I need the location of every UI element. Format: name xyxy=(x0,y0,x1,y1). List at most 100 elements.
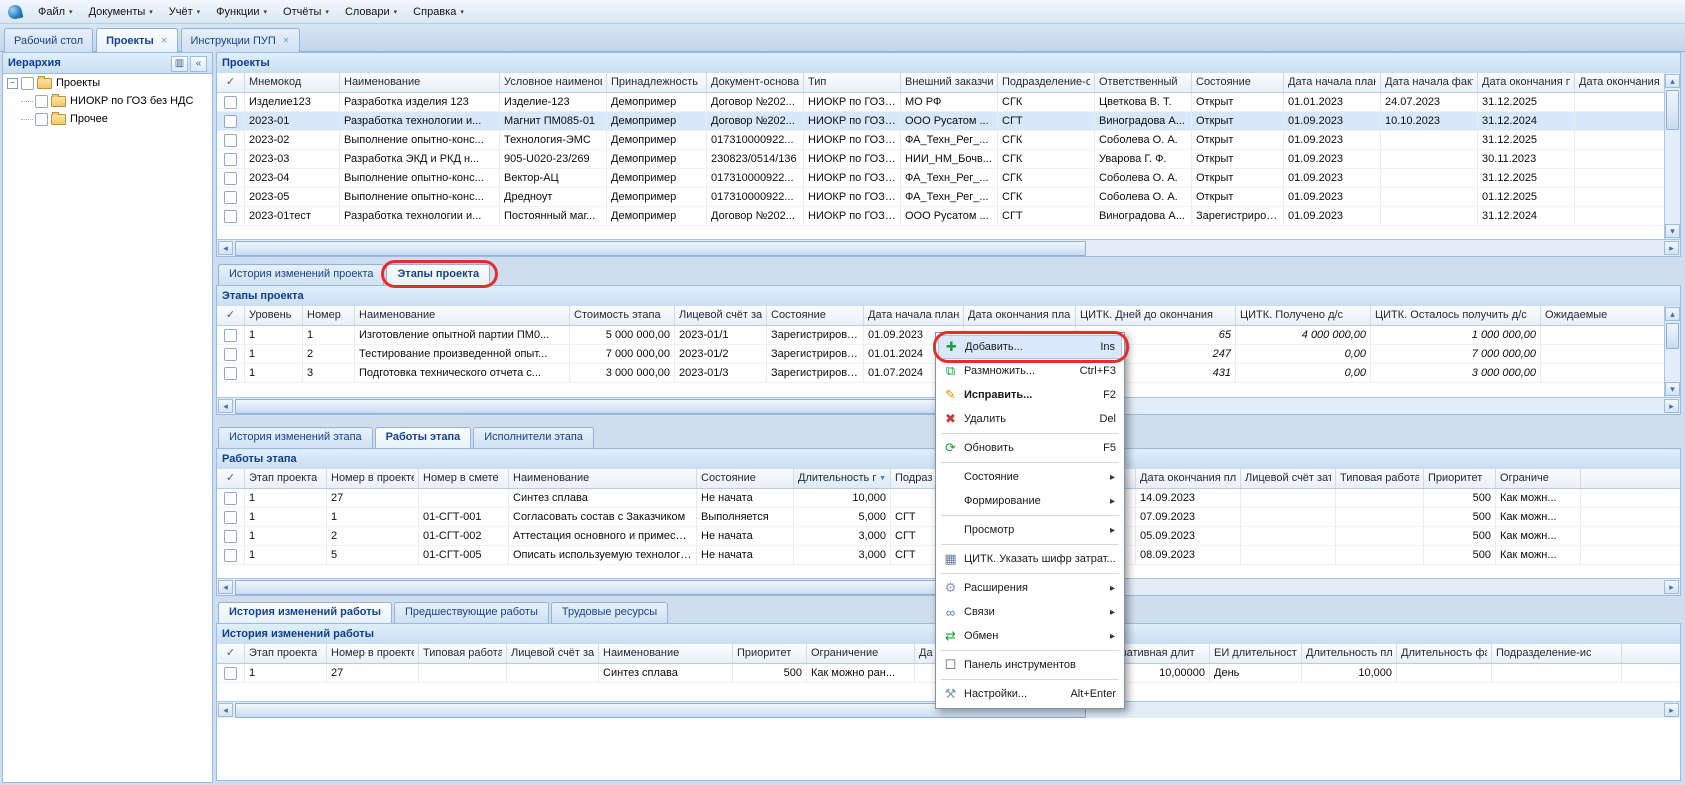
table-row[interactable]: 2023-04Выполнение опытно-конс...Вектор-А… xyxy=(217,169,1664,188)
select-all-column-header[interactable]: ✓ xyxy=(217,469,245,488)
column-header[interactable]: мативная длит xyxy=(1115,644,1210,663)
column-header[interactable]: ЕИ длительности xyxy=(1210,644,1302,663)
vertical-scrollbar[interactable]: ▴ ▾ xyxy=(1664,306,1680,397)
tab[interactable]: История изменений работы xyxy=(218,602,392,623)
column-header[interactable]: Мнемокод xyxy=(245,73,340,92)
column-header[interactable]: Длительность пла xyxy=(1302,644,1397,663)
context-menu-item[interactable]: ▦ЦИТК. Указать шифр затрат... xyxy=(938,547,1122,571)
column-header[interactable]: Подразделение-ис xyxy=(1492,644,1622,663)
column-header[interactable]: Ожидаемые xyxy=(1541,306,1664,325)
scroll-left-icon[interactable]: ◂ xyxy=(218,580,233,594)
column-header[interactable]: Лицевой счёт затр xyxy=(507,644,599,663)
row-checkbox[interactable] xyxy=(224,115,237,128)
scroll-thumb[interactable] xyxy=(1666,90,1679,130)
row-checkbox[interactable] xyxy=(224,367,237,380)
column-header[interactable]: Номер xyxy=(303,306,355,325)
context-menu-item[interactable]: ∞Связи▸ xyxy=(938,600,1122,624)
select-all-column-header[interactable]: ✓ xyxy=(217,644,245,663)
row-checkbox[interactable] xyxy=(224,329,237,342)
row-checkbox[interactable] xyxy=(224,511,237,524)
menubar-item[interactable]: Отчёты▾ xyxy=(275,3,337,21)
context-menu-item[interactable]: ⚙Расширения▸ xyxy=(938,576,1122,600)
context-menu-item[interactable]: ⚒Настройки...Alt+Enter xyxy=(938,682,1122,706)
column-header[interactable]: Типовая работа xyxy=(419,644,507,663)
column-header[interactable]: Дата окончания ф xyxy=(1575,73,1664,92)
select-all-column-header[interactable]: ✓ xyxy=(217,306,245,325)
column-header[interactable]: Этап проекта xyxy=(245,644,327,663)
context-menu-item[interactable]: Формирование▸ xyxy=(938,489,1122,513)
column-header[interactable]: Состояние xyxy=(697,469,794,488)
scroll-right-icon[interactable]: ▸ xyxy=(1664,399,1679,413)
tree-checkbox[interactable] xyxy=(35,113,48,126)
column-header[interactable]: Номер в проекте xyxy=(327,644,419,663)
row-checkbox[interactable] xyxy=(224,348,237,361)
column-header[interactable]: Тип xyxy=(804,73,901,92)
context-menu-item[interactable]: ✚Добавить...Ins xyxy=(938,335,1122,359)
column-header[interactable]: Длительность план▼ xyxy=(794,469,891,488)
tab-close-icon[interactable]: ✕ xyxy=(283,37,290,45)
column-header[interactable]: Длительность фак xyxy=(1397,644,1492,663)
column-header[interactable]: Дата окончания пл xyxy=(1478,73,1575,92)
row-checkbox[interactable] xyxy=(224,530,237,543)
column-header[interactable]: Номер в проекте xyxy=(327,469,419,488)
column-header[interactable]: Внешний заказчик xyxy=(901,73,998,92)
context-menu-item[interactable]: ☐Панель инструментов xyxy=(938,653,1122,677)
tree-node[interactable]: −Проекты xyxy=(3,74,212,92)
menubar-item[interactable]: Функции▾ xyxy=(208,3,275,21)
row-checkbox[interactable] xyxy=(224,96,237,109)
column-header[interactable]: Ответственный xyxy=(1095,73,1192,92)
tab[interactable]: История изменений проекта xyxy=(218,264,384,285)
table-row[interactable]: 2023-05Выполнение опытно-конс...Дредноут… xyxy=(217,188,1664,207)
column-header[interactable]: Приоритет xyxy=(1424,469,1496,488)
column-header[interactable]: Документ-основан xyxy=(707,73,804,92)
column-header[interactable]: Уровень xyxy=(245,306,303,325)
tab[interactable]: Этапы проекта xyxy=(386,264,490,285)
table-row[interactable]: 2023-01Разработка технологии и...Магнит … xyxy=(217,112,1664,131)
scroll-thumb[interactable] xyxy=(235,241,1086,256)
column-header[interactable]: Этап проекта xyxy=(245,469,327,488)
context-menu-item[interactable]: ✎Исправить...F2 xyxy=(938,383,1122,407)
context-menu-item[interactable]: Просмотр▸ xyxy=(938,518,1122,542)
vertical-scrollbar[interactable]: ▴ ▾ xyxy=(1664,73,1680,239)
scroll-down-icon[interactable]: ▾ xyxy=(1665,224,1680,238)
column-header[interactable]: Типовая работа xyxy=(1336,469,1424,488)
tree-checkbox[interactable] xyxy=(21,77,34,90)
scroll-down-icon[interactable]: ▾ xyxy=(1665,382,1680,396)
tab[interactable]: Предшествующие работы xyxy=(394,602,549,623)
scroll-up-icon[interactable]: ▴ xyxy=(1665,74,1680,88)
context-menu-item[interactable]: ⟳ОбновитьF5 xyxy=(938,436,1122,460)
column-header[interactable]: Ограниче xyxy=(1496,469,1581,488)
tree-node[interactable]: Прочее xyxy=(3,110,212,128)
tree-node[interactable]: НИОКР по ГОЗ без НДС xyxy=(3,92,212,110)
menubar-item[interactable]: Справка▾ xyxy=(405,3,472,21)
row-checkbox[interactable] xyxy=(224,492,237,505)
column-header[interactable]: Наименование xyxy=(599,644,733,663)
column-header[interactable]: Дата окончания план xyxy=(1136,469,1241,488)
table-row[interactable]: 2023-01тестРазработка технологии и...Пос… xyxy=(217,207,1664,226)
tree-expander-icon[interactable]: − xyxy=(7,78,18,89)
menubar-item[interactable]: Файл▾ xyxy=(30,3,81,21)
column-header[interactable]: Приоритет xyxy=(733,644,807,663)
scroll-left-icon[interactable]: ◂ xyxy=(218,399,233,413)
column-header[interactable]: Дата начала факт xyxy=(1381,73,1478,92)
row-checkbox[interactable] xyxy=(224,172,237,185)
grid-icon[interactable]: ▥ xyxy=(171,56,188,72)
table-row[interactable]: 2023-02Выполнение опытно-конс...Технолог… xyxy=(217,131,1664,150)
column-header[interactable]: Номер в смете xyxy=(419,469,509,488)
context-menu-item[interactable]: ⧉Размножить...Ctrl+F3 xyxy=(938,359,1122,383)
scroll-right-icon[interactable]: ▸ xyxy=(1664,703,1679,717)
row-checkbox[interactable] xyxy=(224,210,237,223)
column-header[interactable]: Наименование xyxy=(340,73,500,92)
collapse-icon[interactable]: « xyxy=(190,56,207,72)
scroll-left-icon[interactable]: ◂ xyxy=(218,703,233,717)
menubar-item[interactable]: Документы▾ xyxy=(81,3,161,21)
column-header[interactable]: Подразделение-от xyxy=(998,73,1095,92)
select-all-column-header[interactable]: ✓ xyxy=(217,73,245,92)
context-menu-item[interactable]: Состояние▸ xyxy=(938,465,1122,489)
row-checkbox[interactable] xyxy=(224,153,237,166)
column-header[interactable]: Ограничение xyxy=(807,644,915,663)
column-header[interactable]: Лицевой счёт затр xyxy=(1241,469,1336,488)
menubar-item[interactable]: Словари▾ xyxy=(337,3,405,21)
menubar-item[interactable]: Учёт▾ xyxy=(161,3,208,21)
window-tab[interactable]: Рабочий стол xyxy=(4,28,93,52)
